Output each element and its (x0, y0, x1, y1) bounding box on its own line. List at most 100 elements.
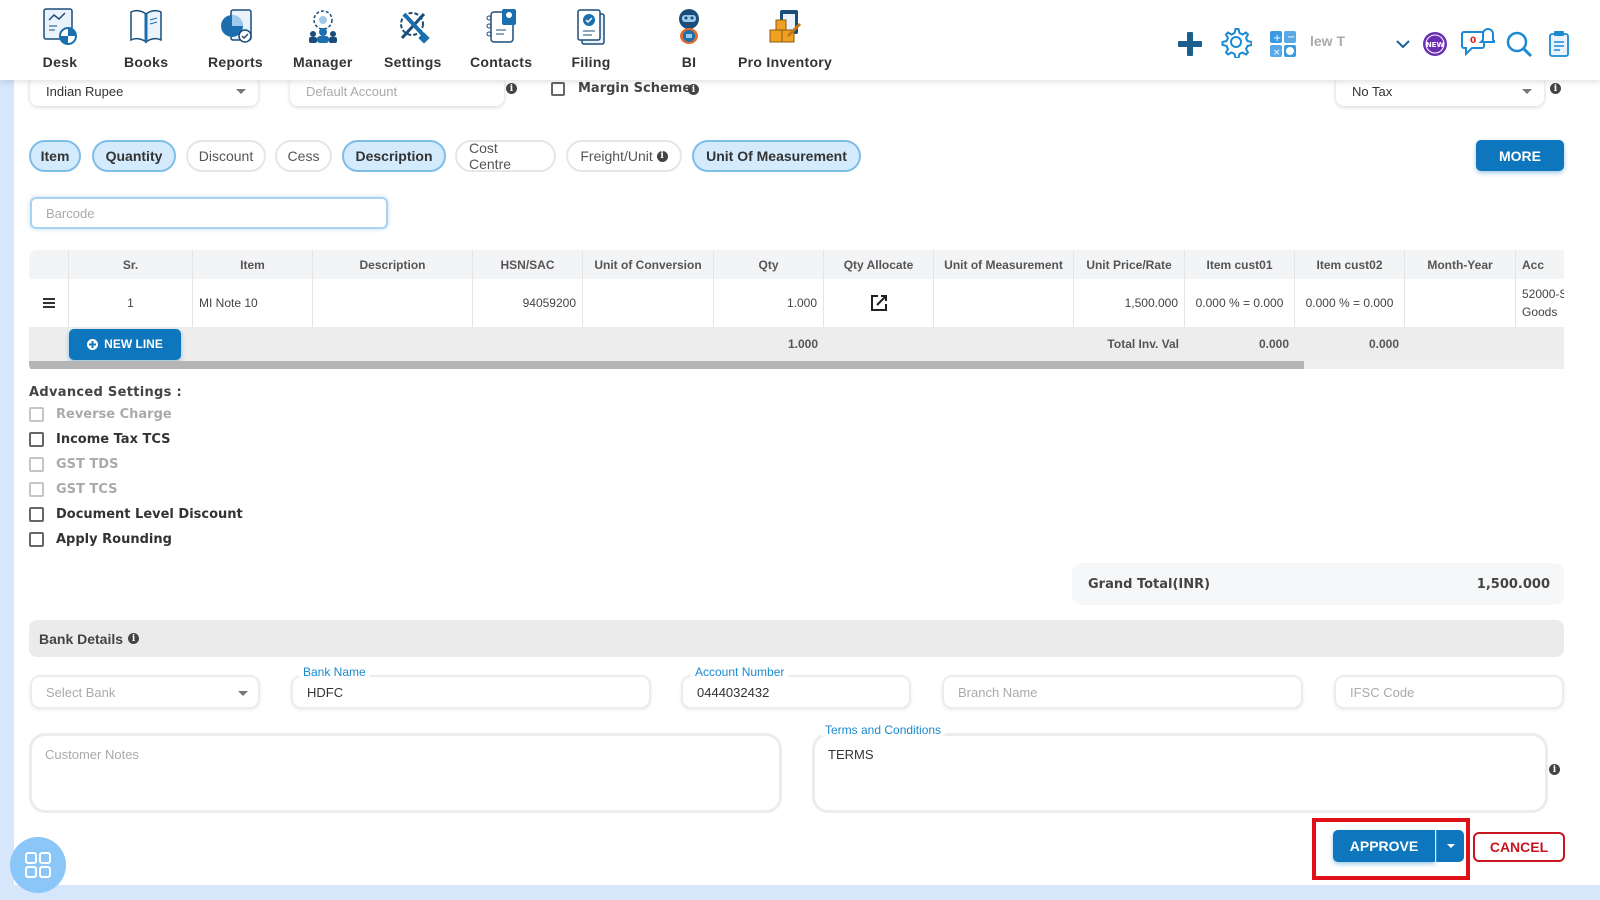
add-new-button[interactable] (1173, 24, 1207, 64)
apply-rounding-checkbox[interactable] (29, 531, 44, 547)
tax-select[interactable]: No Tax (1336, 76, 1544, 106)
svg-text:−: − (1287, 32, 1295, 43)
cell-unit-conversion[interactable] (583, 279, 714, 327)
nav-pro-inventory[interactable]: Pro Inventory (738, 6, 832, 70)
approve-dropdown-toggle[interactable] (1436, 830, 1464, 862)
nav-contacts[interactable]: Contacts (470, 6, 532, 70)
terms-label: Terms and Conditions (820, 722, 947, 738)
cell-uom[interactable] (934, 279, 1074, 327)
document-level-discount-checkbox[interactable] (29, 506, 44, 522)
nav-bi[interactable]: BI (669, 6, 709, 70)
cancel-label: CANCEL (1489, 839, 1549, 855)
pill-description[interactable]: Description (342, 140, 446, 172)
nav-settings[interactable]: Settings (384, 6, 442, 70)
document-level-discount-option[interactable]: Document Level Discount (29, 504, 243, 524)
settings-tools-icon (393, 6, 433, 46)
col-item: Item (193, 250, 313, 279)
bank-info-icon[interactable]: i (128, 633, 140, 644)
income-tax-tcs-checkbox[interactable] (29, 431, 44, 447)
nav-desk[interactable]: Desk (40, 6, 80, 70)
documents-button[interactable] (1543, 24, 1577, 64)
cell-qty[interactable]: 1.000 (714, 279, 824, 327)
cell-account[interactable]: 52000-S Goods (1516, 279, 1564, 327)
approve-button[interactable]: APPROVE (1333, 830, 1435, 862)
hamburger-icon (42, 298, 55, 308)
more-button[interactable]: MORE (1476, 140, 1564, 171)
col-account: Acc (1516, 250, 1564, 279)
grand-total-box: Grand Total(INR) 1,500.000 (1072, 563, 1564, 605)
gst-tcs-option[interactable]: GST TCS (29, 479, 117, 499)
gst-tds-label: GST TDS (56, 456, 119, 472)
cell-unit-price[interactable]: 1,500.000 (1074, 279, 1185, 327)
pill-discount[interactable]: Discount (186, 140, 266, 172)
svg-text:0: 0 (1470, 36, 1476, 46)
settings-button[interactable] (1219, 22, 1253, 62)
pill-freight-unit[interactable]: Freight/Unit i (566, 140, 682, 172)
nav-bi-label: BI (681, 54, 697, 70)
apply-rounding-option[interactable]: Apply Rounding (29, 529, 172, 549)
default-account-input[interactable]: Default Account (290, 76, 504, 106)
bank-name-input[interactable]: HDFC (291, 675, 651, 709)
cell-description[interactable] (313, 279, 473, 327)
scrollbar-thumb[interactable] (29, 361, 1304, 369)
col-unit-conversion: Unit of Conversion (583, 250, 714, 279)
customer-notes-textarea[interactable]: Customer Notes (29, 733, 782, 813)
grand-total-value: 1,500.000 (1476, 576, 1550, 592)
gst-tds-checkbox[interactable] (29, 456, 44, 472)
new-line-button[interactable]: NEW LINE (69, 328, 181, 360)
cell-qty-allocate[interactable] (824, 279, 934, 327)
pill-item[interactable]: Item (29, 140, 81, 172)
gst-tds-option[interactable]: GST TDS (29, 454, 118, 474)
nav-filing[interactable]: Filing (571, 6, 611, 70)
terms-textarea[interactable]: TERMS (812, 733, 1548, 813)
notifications-button[interactable]: 0 (1461, 22, 1495, 62)
company-dropdown[interactable] (1390, 24, 1416, 64)
reverse-charge-option[interactable]: Reverse Charge (29, 404, 172, 424)
cell-cust01[interactable]: 0.000 % = 0.000 (1185, 279, 1295, 327)
top-navigation: Desk Books Reports Manager Settings Cont… (0, 0, 1600, 80)
margin-scheme-checkbox[interactable] (551, 82, 565, 96)
reverse-charge-checkbox[interactable] (29, 406, 44, 422)
cell-item[interactable]: MI Note 10 (193, 279, 313, 327)
company-name-text[interactable]: lew T (1310, 33, 1345, 49)
col-qty-allocate: Qty Allocate (824, 250, 934, 279)
caret-down-icon (1446, 844, 1455, 848)
terms-value: TERMS (828, 747, 874, 762)
nav-manager[interactable]: Manager (293, 6, 353, 70)
cell-hsn[interactable]: 94059200 (473, 279, 583, 327)
whats-new-button[interactable]: NEW (1418, 24, 1452, 64)
margin-scheme-info-icon[interactable]: i (688, 84, 699, 95)
pill-discount-label: Discount (198, 148, 254, 164)
ifsc-code-input[interactable]: IFSC Code (1334, 675, 1564, 709)
pill-cess[interactable]: Cess (275, 140, 332, 172)
income-tax-tcs-option[interactable]: Income Tax TCS (29, 429, 171, 449)
books-icon (126, 6, 166, 46)
barcode-input[interactable]: Barcode (30, 197, 388, 229)
gear-icon (1221, 28, 1252, 58)
info-icon[interactable]: i (506, 83, 517, 94)
cancel-button[interactable]: CANCEL (1473, 832, 1565, 862)
nav-reports-label: Reports (208, 54, 263, 70)
table-horizontal-scrollbar[interactable] (29, 361, 1564, 369)
nav-reports[interactable]: Reports (208, 6, 263, 70)
tax-info-icon[interactable]: i (1550, 83, 1561, 94)
calculator-button[interactable]: + − × (1266, 24, 1300, 64)
nav-books[interactable]: Books (124, 6, 168, 70)
cell-month-year[interactable] (1405, 279, 1516, 327)
gst-tcs-checkbox[interactable] (29, 481, 44, 497)
table-row[interactable]: 1 MI Note 10 94059200 1.000 1,500.000 0.… (29, 279, 1564, 327)
branch-name-input[interactable]: Branch Name (942, 675, 1303, 709)
currency-select[interactable]: Indian Rupee (30, 76, 258, 106)
search-button[interactable] (1502, 24, 1536, 64)
gst-tcs-label: GST TCS (56, 481, 118, 497)
drag-handle[interactable] (29, 279, 69, 327)
terms-info-icon[interactable]: i (1549, 764, 1560, 775)
cell-cust02[interactable]: 0.000 % = 0.000 (1295, 279, 1405, 327)
pill-quantity[interactable]: Quantity (92, 140, 176, 172)
pill-cost-centre[interactable]: Cost Centre (455, 140, 556, 172)
pill-unit-of-measurement[interactable]: Unit Of Measurement (692, 140, 861, 172)
account-number-input[interactable]: 0444032432 (681, 675, 911, 709)
select-bank-dropdown[interactable]: Select Bank (30, 675, 260, 709)
app-grid-button[interactable] (10, 837, 66, 893)
col-description: Description (313, 250, 473, 279)
